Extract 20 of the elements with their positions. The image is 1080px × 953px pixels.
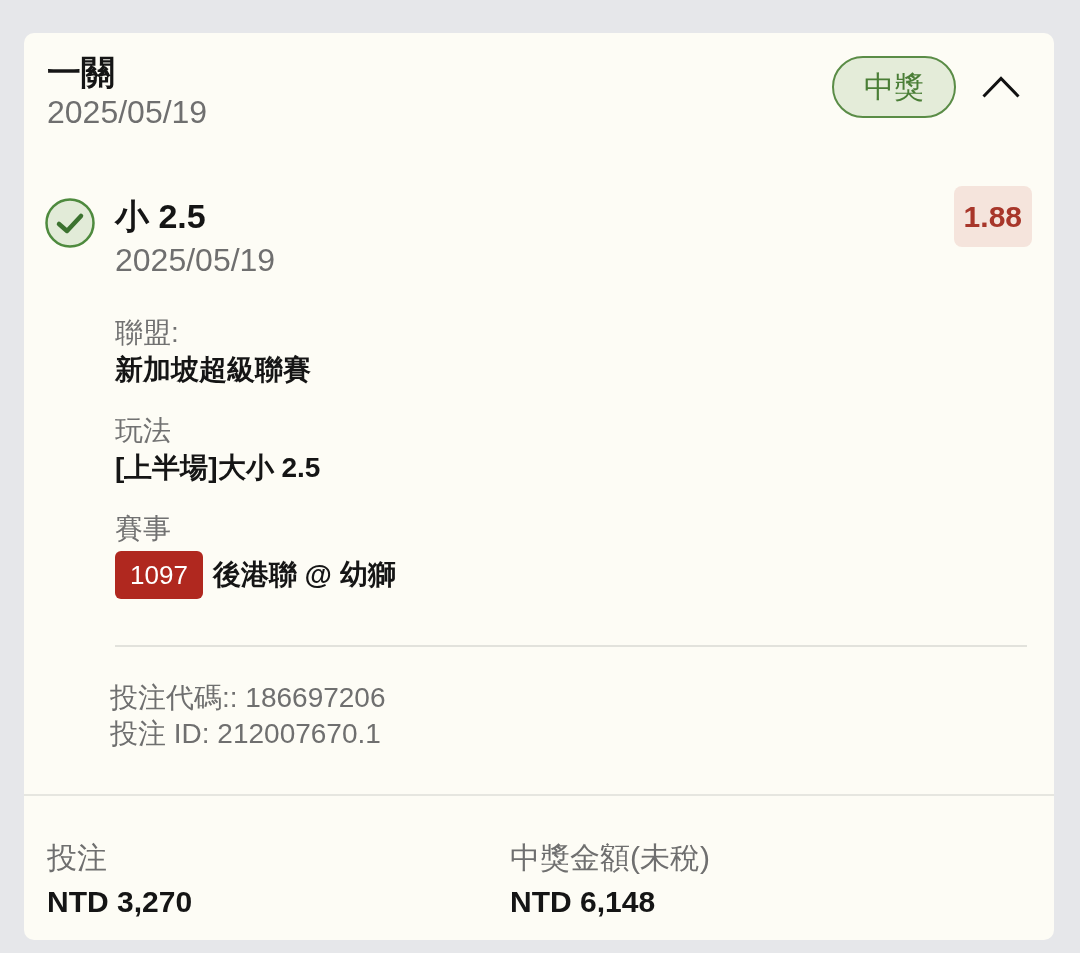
summary-label: 中獎金額(未稅) [510, 840, 711, 876]
summary-value: NTD 6,148 [510, 884, 657, 920]
bet-type-title: 一關 [47, 52, 116, 93]
summary-label: 投注 [47, 840, 108, 876]
selection-date: 2025/05/19 [115, 241, 277, 279]
detail-label: 聯盟: [115, 316, 180, 350]
status-badge: 中獎 [832, 56, 956, 118]
chevron-up-icon[interactable] [982, 76, 1020, 98]
detail-label: 玩法 [115, 414, 172, 448]
bet-code-text: 投注 ID: 212007670.1 [110, 717, 382, 751]
odds-badge: 1.88 [953, 186, 1032, 247]
match-teams: 後港聯 @ 幼獅 [212, 558, 396, 592]
bet-date: 2025/05/19 [47, 93, 208, 131]
detail-label: 賽事 [115, 512, 172, 546]
match-number-badge: 1097 [115, 551, 203, 599]
selection-name: 小 2.5 [115, 196, 206, 237]
detail-value: [上半場]大小 2.5 [115, 451, 322, 485]
summary-value: NTD 3,270 [47, 884, 194, 920]
detail-value: 新加坡超級聯賽 [115, 353, 312, 387]
bet-code-text: 投注代碼:: 186697206 [110, 681, 387, 715]
